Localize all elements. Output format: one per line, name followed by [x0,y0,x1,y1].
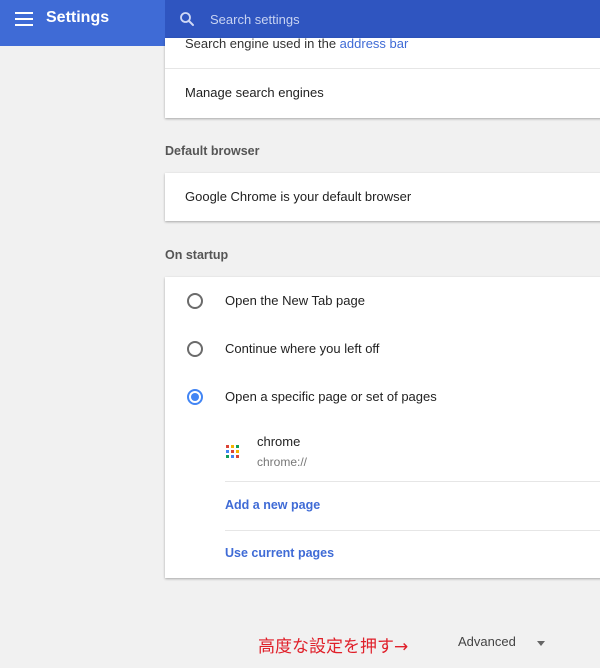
manage-search-engines-label: Manage search engines [185,85,324,100]
startup-page-entry[interactable]: chrome chrome:// [165,425,600,481]
settings-page: Settings Search engine used in the addre… [0,0,600,668]
search-icon[interactable] [178,10,196,28]
radio-label-new-tab: Open the New Tab page [225,293,365,308]
startup-option-continue[interactable]: Continue where you left off [165,325,600,373]
search-engine-label: Search engine used in the [185,38,340,51]
startup-option-specific-pages[interactable]: Open a specific page or set of pages [165,373,600,421]
startup-option-new-tab[interactable]: Open the New Tab page [165,277,600,325]
search-engine-row[interactable]: Search engine used in the address bar [165,38,600,68]
app-grid-icon [226,445,240,459]
hamburger-menu-icon[interactable] [15,12,33,26]
search-input[interactable] [210,8,580,30]
add-new-page-row: Add a new page [165,482,600,530]
radio-continue[interactable] [187,341,203,357]
caret-down-icon[interactable] [537,641,545,646]
add-new-page-button[interactable]: Add a new page [225,498,320,512]
section-title-on-startup: On startup [165,248,229,262]
radio-specific-pages[interactable] [187,389,203,405]
use-current-pages-button[interactable]: Use current pages [225,546,334,560]
startup-page-title: chrome [257,434,301,449]
on-startup-card: Open the New Tab page Continue where you… [165,277,600,578]
section-title-default-browser: Default browser [165,144,260,158]
address-bar-link[interactable]: address bar [340,38,409,51]
annotation-note: 高度な設定を押す→ [258,637,409,657]
page-title: Settings [46,9,110,26]
default-browser-card: Google Chrome is your default browser [165,173,600,221]
default-browser-row: Google Chrome is your default browser [165,173,600,221]
search-engine-card: Search engine used in the address bar Ma… [165,38,600,118]
startup-page-url: chrome:// [257,455,308,469]
search-box[interactable] [165,0,600,38]
radio-label-specific-pages: Open a specific page or set of pages [225,389,437,404]
header-left: Settings [0,0,165,38]
radio-new-tab[interactable] [187,293,203,309]
use-current-pages-row: Use current pages [165,531,600,578]
radio-label-continue: Continue where you left off [225,341,380,356]
advanced-button[interactable]: Advanced [458,634,516,649]
default-browser-status: Google Chrome is your default browser [185,189,412,204]
manage-search-engines-row[interactable]: Manage search engines [165,69,600,118]
